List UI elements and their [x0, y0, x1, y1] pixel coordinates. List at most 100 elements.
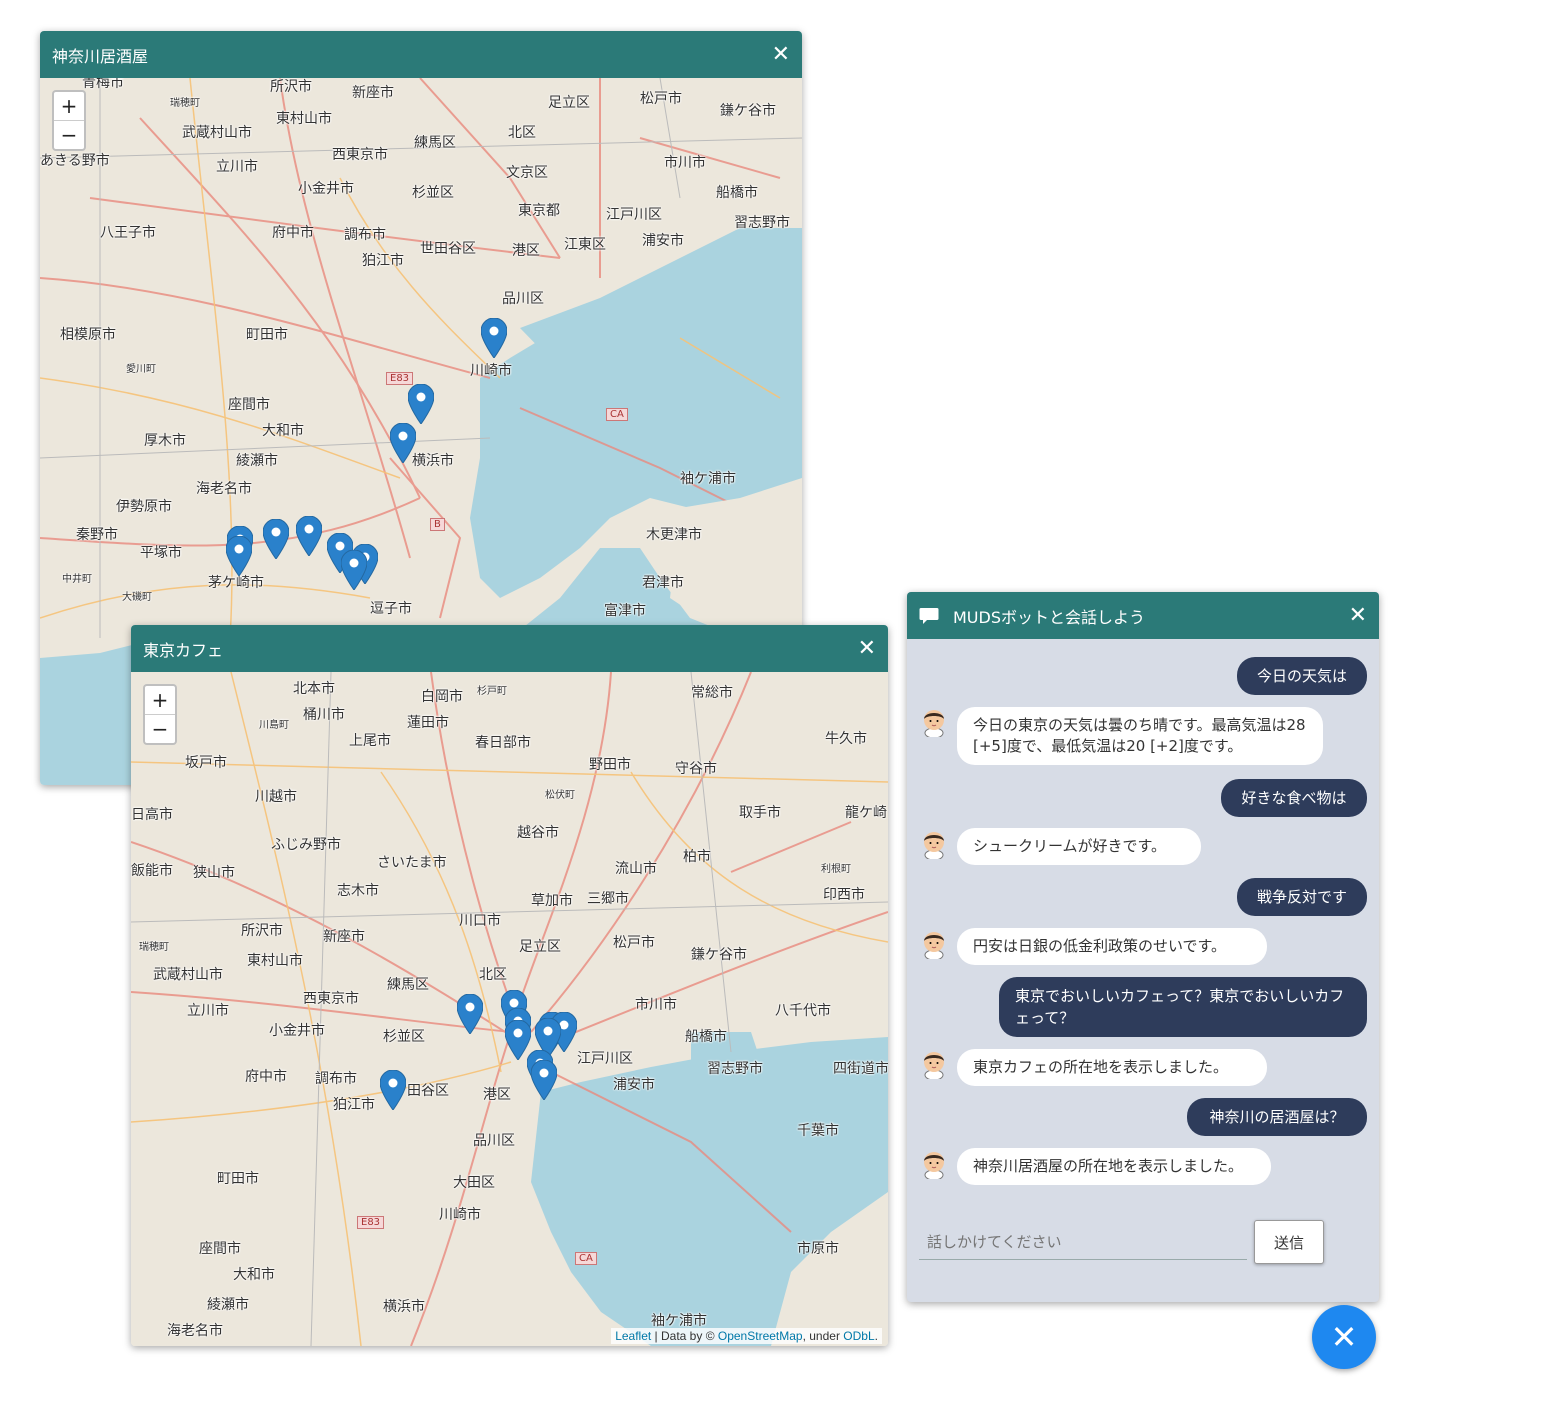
chat-window: MUDSボットと会話しよう ✕ 今日の天気は 今日の東京の天気は曇のち晴です。最… — [907, 592, 1379, 1302]
map-label: 綾瀬市 — [236, 453, 278, 469]
attribution-text: . — [874, 1329, 878, 1343]
map-label: 田谷区 — [407, 1083, 449, 1099]
chat-bubble-icon — [919, 607, 939, 624]
map-label: 江東区 — [564, 237, 606, 253]
highway-shield: E83 — [357, 1216, 385, 1229]
leaflet-link[interactable]: Leaflet — [615, 1329, 651, 1343]
map-label: 座間市 — [199, 1241, 241, 1257]
map-label: 浦安市 — [613, 1077, 655, 1093]
zoom-in-button[interactable]: + — [145, 686, 175, 715]
map-marker-icon[interactable] — [390, 423, 416, 463]
chat-header[interactable]: MUDSボットと会話しよう ✕ — [907, 592, 1379, 639]
map-label: 逗子市 — [370, 601, 412, 617]
map-label: 港区 — [512, 243, 540, 259]
map-label: 松戸市 — [640, 91, 682, 107]
user-message: 神奈川の居酒屋は？ — [1187, 1098, 1367, 1136]
map-label: 練馬区 — [414, 135, 456, 151]
map-canvas[interactable]: + − 北本市 白岡市 杉戸町 常総市 桶川市 川島町 上尾市 蓮田市 春日部市… — [131, 672, 888, 1346]
map-label: 所沢市 — [270, 79, 312, 95]
map-label: 愛川町 — [126, 364, 156, 375]
osm-link[interactable]: OpenStreetMap — [718, 1329, 803, 1343]
chat-title: MUDSボットと会話しよう — [953, 607, 1145, 627]
attribution-text: | Data by © — [651, 1329, 718, 1343]
map-marker-icon[interactable] — [457, 994, 483, 1034]
map-label: 君津市 — [642, 575, 684, 591]
chat-input[interactable] — [919, 1224, 1247, 1260]
map-label: 習志野市 — [707, 1061, 763, 1077]
map-label: 綾瀬市 — [207, 1297, 249, 1313]
chat-toggle-button[interactable]: ✕ — [1312, 1305, 1376, 1369]
map-marker-icon[interactable] — [380, 1070, 406, 1110]
map-label: 杉並区 — [383, 1029, 425, 1045]
map-label: 市原市 — [797, 1241, 839, 1257]
bot-message: シュークリームが好きです。 — [957, 828, 1201, 865]
map-label: 杉並区 — [412, 185, 454, 201]
map-label: 座間市 — [228, 397, 270, 413]
map-window-header[interactable]: 東京カフェ ✕ — [131, 625, 888, 672]
close-icon[interactable]: ✕ — [858, 637, 876, 660]
map-label: 市川市 — [664, 155, 706, 171]
map-label: 桶川市 — [303, 707, 345, 723]
zoom-control: + − — [143, 684, 177, 745]
close-icon[interactable]: ✕ — [772, 43, 790, 66]
map-marker-icon[interactable] — [481, 318, 507, 358]
map-label: 日高市 — [131, 807, 173, 823]
send-button[interactable]: 送信 — [1254, 1220, 1324, 1264]
map-label: 世田谷区 — [420, 241, 476, 257]
map-label: 川崎市 — [439, 1207, 481, 1223]
map-label: 秦野市 — [76, 527, 118, 543]
map-label: 坂戸市 — [185, 755, 227, 771]
map-label: 瑞穂町 — [170, 98, 200, 109]
map-label: 松伏町 — [545, 790, 575, 801]
map-label: 船橋市 — [716, 185, 758, 201]
map-window-header[interactable]: 神奈川居酒屋 ✕ — [40, 31, 802, 78]
map-label: 狭山市 — [193, 865, 235, 881]
map-marker-icon[interactable] — [341, 550, 367, 590]
highway-shield: CA — [606, 408, 628, 421]
map-label: 相模原市 — [60, 327, 116, 343]
map-marker-icon[interactable] — [531, 1060, 557, 1100]
map-marker-icon[interactable] — [296, 516, 322, 556]
zoom-in-button[interactable]: + — [54, 92, 84, 121]
map-marker-icon[interactable] — [408, 384, 434, 424]
map-label: 青梅市 — [82, 78, 124, 91]
bot-avatar-icon — [924, 1152, 944, 1179]
attribution-text: , under — [802, 1329, 844, 1343]
map-label: 立川市 — [187, 1003, 229, 1019]
user-message: 東京でおいしいカフェって？東京でおいしいカフェって？ — [999, 977, 1367, 1037]
map-label: 北本市 — [293, 681, 335, 697]
map-label: 印西市 — [823, 887, 865, 903]
map-label: 大田区 — [453, 1175, 495, 1191]
map-label: 小金井市 — [269, 1023, 325, 1039]
map-label: 所沢市 — [241, 923, 283, 939]
map-label: 富津市 — [604, 603, 646, 619]
map-label: 品川区 — [473, 1133, 515, 1149]
map-label: 平塚市 — [140, 545, 182, 561]
user-message: 今日の天気は — [1237, 657, 1367, 695]
map-label: 町田市 — [217, 1171, 259, 1187]
user-message: 好きな食べ物は — [1221, 779, 1367, 817]
map-label: 市川市 — [635, 997, 677, 1013]
zoom-control: + − — [52, 90, 86, 151]
map-label: 狛江市 — [362, 253, 404, 269]
map-marker-icon[interactable] — [263, 519, 289, 559]
bot-message: 東京カフェの所在地を表示しました。 — [957, 1049, 1267, 1086]
map-label: さいたま市 — [377, 855, 447, 871]
odbl-link[interactable]: ODbL — [843, 1329, 874, 1343]
map-label: 狛江市 — [333, 1097, 375, 1113]
map-label: 流山市 — [615, 861, 657, 877]
map-label: 川島町 — [259, 720, 289, 731]
close-icon[interactable]: ✕ — [1349, 604, 1367, 627]
map-label: 木更津市 — [646, 527, 702, 543]
map-label: 瑞穂町 — [139, 942, 169, 953]
map-label: 四街道市 — [833, 1061, 888, 1077]
bot-message: 神奈川居酒屋の所在地を表示しました。 — [957, 1148, 1271, 1185]
zoom-out-button[interactable]: − — [145, 715, 175, 743]
map-label: 川崎市 — [470, 363, 512, 379]
map-label: 浦安市 — [642, 233, 684, 249]
map-marker-icon[interactable] — [226, 536, 252, 576]
zoom-out-button[interactable]: − — [54, 121, 84, 149]
highway-shield: CA — [575, 1252, 597, 1265]
chat-title-group: MUDSボットと会話しよう — [919, 604, 1145, 628]
map-label: 新座市 — [323, 929, 365, 945]
